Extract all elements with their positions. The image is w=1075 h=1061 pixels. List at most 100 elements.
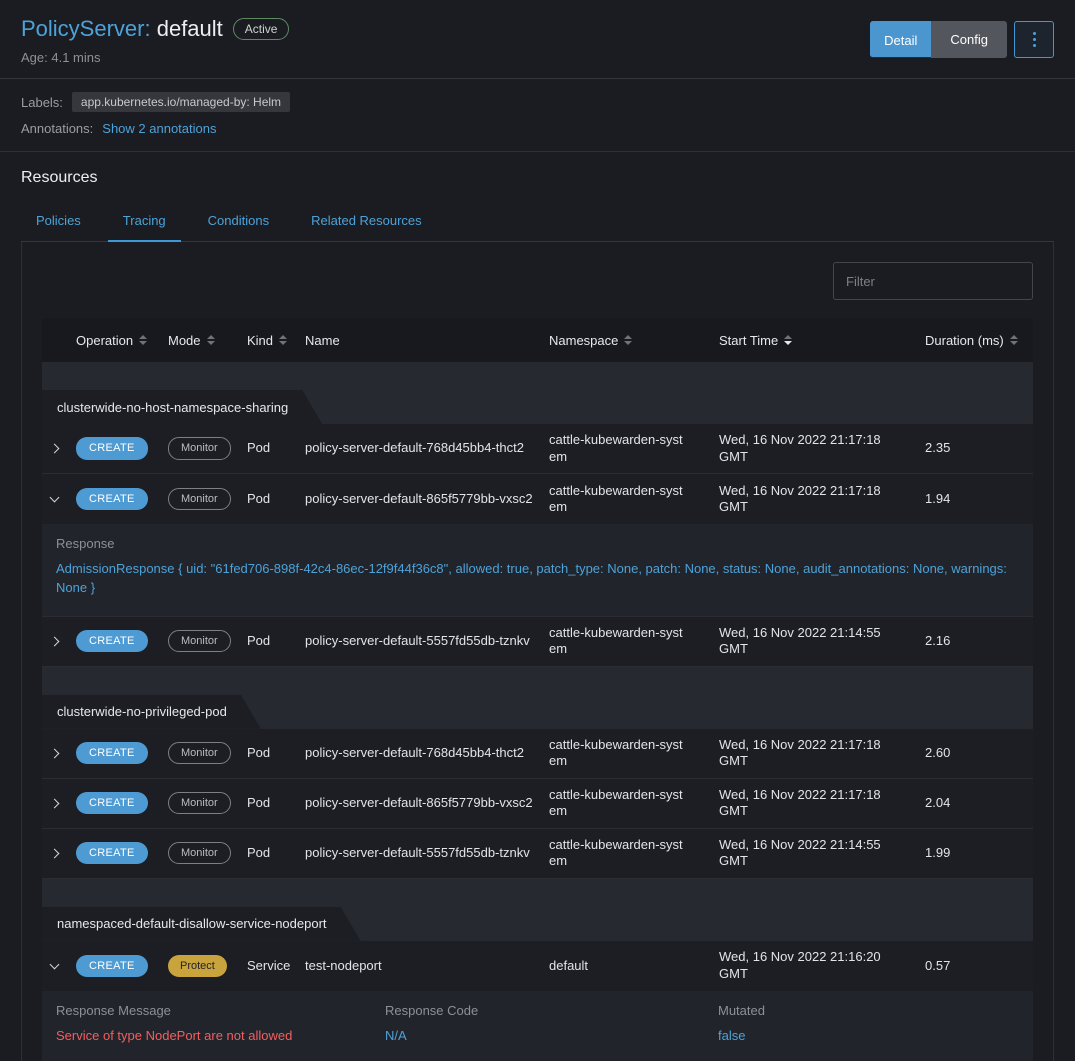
mutated-label: Mutated <box>718 1003 1033 1018</box>
sort-icon <box>1010 335 1018 345</box>
response-message-label: Response Message <box>56 1003 385 1018</box>
group-tab: clusterwide-no-privileged-pod <box>42 695 261 729</box>
title-row: PolicyServer: default Active <box>21 16 289 42</box>
column-header-start-time[interactable]: Start Time <box>719 333 925 348</box>
name-cell: test-nodeport <box>305 958 549 974</box>
column-label: Kind <box>247 333 273 348</box>
chevron-right-icon[interactable] <box>49 848 59 858</box>
kebab-icon <box>1033 38 1036 41</box>
duration-cell: 2.60 <box>925 745 1033 761</box>
age-label: Age: 4.1 mins <box>21 50 289 65</box>
panel-toolbar <box>42 262 1033 300</box>
group-tab: clusterwide-no-host-namespace-sharing <box>42 390 322 424</box>
name-cell: policy-server-default-865f5779bb-vxsc2 <box>305 491 549 507</box>
sort-icon <box>139 335 147 345</box>
kind-cell: Service <box>247 958 305 974</box>
column-header-duration[interactable]: Duration (ms) <box>925 333 1033 348</box>
group-name: clusterwide-no-host-namespace-sharing <box>57 400 288 415</box>
sort-icon-active <box>784 335 792 345</box>
response-code-block: Response Code N/A <box>385 1003 718 1045</box>
tab-tracing[interactable]: Tracing <box>108 202 181 241</box>
mode-badge: Monitor <box>168 437 231 459</box>
table-row[interactable]: CREATE Monitor Pod policy-server-default… <box>42 617 1033 667</box>
mutated-block: Mutated false <box>718 1003 1033 1045</box>
filter-input[interactable] <box>833 262 1033 300</box>
column-header-kind[interactable]: Kind <box>247 333 305 348</box>
mode-badge: Protect <box>168 955 227 977</box>
tracing-table: Operation Mode Kind Name Namespace <box>42 318 1033 1061</box>
column-header-name[interactable]: Name <box>305 333 549 348</box>
table-row[interactable]: CREATE Monitor Pod policy-server-default… <box>42 729 1033 779</box>
kind-cell: Pod <box>247 440 305 456</box>
column-header-operation[interactable]: Operation <box>76 333 168 348</box>
column-label: Mode <box>168 333 201 348</box>
labels-row: Labels: app.kubernetes.io/managed-by: He… <box>21 92 1054 112</box>
resources-heading: Resources <box>0 152 1075 202</box>
actions-menu-button[interactable] <box>1014 21 1054 58</box>
response-message-block: Response Message Service of type NodePor… <box>56 1003 385 1045</box>
kind-cell: Pod <box>247 845 305 861</box>
column-header-mode[interactable]: Mode <box>168 333 247 348</box>
status-badge: Active <box>233 18 290 41</box>
response-code-label: Response Code <box>385 1003 718 1018</box>
chevron-right-icon[interactable] <box>49 798 59 808</box>
tab-conditions[interactable]: Conditions <box>193 202 284 241</box>
column-label: Start Time <box>719 333 778 348</box>
row-detail-response: Response Message Service of type NodePor… <box>42 991 1033 1061</box>
row-detail-response: Response AdmissionResponse { uid: "61fed… <box>42 524 1033 617</box>
kind-cell: Pod <box>247 491 305 507</box>
tab-policies[interactable]: Policies <box>21 202 96 241</box>
chevron-right-icon[interactable] <box>49 748 59 758</box>
chevron-down-icon[interactable] <box>49 493 59 503</box>
operation-badge: CREATE <box>76 742 148 764</box>
operation-badge: CREATE <box>76 630 148 652</box>
resources-tabs-container: Policies Tracing Conditions Related Reso… <box>21 202 1054 1061</box>
namespace-cell: cattle-kubewarden-system <box>549 625 719 658</box>
name-cell: policy-server-default-5557fd55db-tznkv <box>305 633 549 649</box>
start-time-cell: Wed, 16 Nov 2022 21:16:20 GMT <box>719 949 925 982</box>
mode-badge: Monitor <box>168 842 231 864</box>
resource-type-label: PolicyServer: <box>21 16 151 41</box>
mode-badge: Monitor <box>168 742 231 764</box>
chevron-right-icon[interactable] <box>49 444 59 454</box>
group-name: clusterwide-no-privileged-pod <box>57 704 227 719</box>
view-toggle-group: Detail Config <box>870 21 1007 58</box>
column-header-namespace[interactable]: Namespace <box>549 333 719 348</box>
namespace-cell: cattle-kubewarden-system <box>549 787 719 820</box>
group-name: namespaced-default-disallow-service-node… <box>57 916 327 931</box>
resource-name-label: default <box>157 16 223 41</box>
header-actions: Detail Config <box>870 21 1054 58</box>
duration-cell: 2.16 <box>925 633 1033 649</box>
table-row[interactable]: CREATE Protect Service test-nodeport def… <box>42 941 1033 991</box>
masthead-left: PolicyServer: default Active Age: 4.1 mi… <box>21 16 289 65</box>
label-chip: app.kubernetes.io/managed-by: Helm <box>72 92 290 112</box>
response-label: Response <box>56 536 1019 551</box>
duration-cell: 0.57 <box>925 958 1033 974</box>
config-button[interactable]: Config <box>931 21 1007 58</box>
name-cell: policy-server-default-5557fd55db-tznkv <box>305 845 549 861</box>
detail-button[interactable]: Detail <box>870 21 931 58</box>
name-cell: policy-server-default-865f5779bb-vxsc2 <box>305 795 549 811</box>
start-time-cell: Wed, 16 Nov 2022 21:14:55 GMT <box>719 625 925 658</box>
chevron-down-icon[interactable] <box>49 959 59 969</box>
start-time-cell: Wed, 16 Nov 2022 21:17:18 GMT <box>719 432 925 465</box>
namespace-cell: default <box>549 958 719 974</box>
operation-badge: CREATE <box>76 437 148 459</box>
operation-badge: CREATE <box>76 488 148 510</box>
tab-strip: Policies Tracing Conditions Related Reso… <box>21 202 1054 242</box>
duration-cell: 1.99 <box>925 845 1033 861</box>
duration-cell: 1.94 <box>925 491 1033 507</box>
name-cell: policy-server-default-768d45bb4-thct2 <box>305 745 549 761</box>
tab-related-resources[interactable]: Related Resources <box>296 202 437 241</box>
table-row[interactable]: CREATE Monitor Pod policy-server-default… <box>42 779 1033 829</box>
chevron-right-icon[interactable] <box>49 636 59 646</box>
table-row[interactable]: CREATE Monitor Pod policy-server-default… <box>42 829 1033 879</box>
response-text: AdmissionResponse { uid: "61fed706-898f-… <box>56 560 1019 598</box>
duration-cell: 2.04 <box>925 795 1033 811</box>
show-annotations-link[interactable]: Show 2 annotations <box>102 121 216 136</box>
kebab-icon <box>1033 44 1036 47</box>
annotations-label: Annotations: <box>21 121 93 136</box>
table-row[interactable]: CREATE Monitor Pod policy-server-default… <box>42 424 1033 474</box>
start-time-cell: Wed, 16 Nov 2022 21:17:18 GMT <box>719 483 925 516</box>
table-row[interactable]: CREATE Monitor Pod policy-server-default… <box>42 474 1033 524</box>
